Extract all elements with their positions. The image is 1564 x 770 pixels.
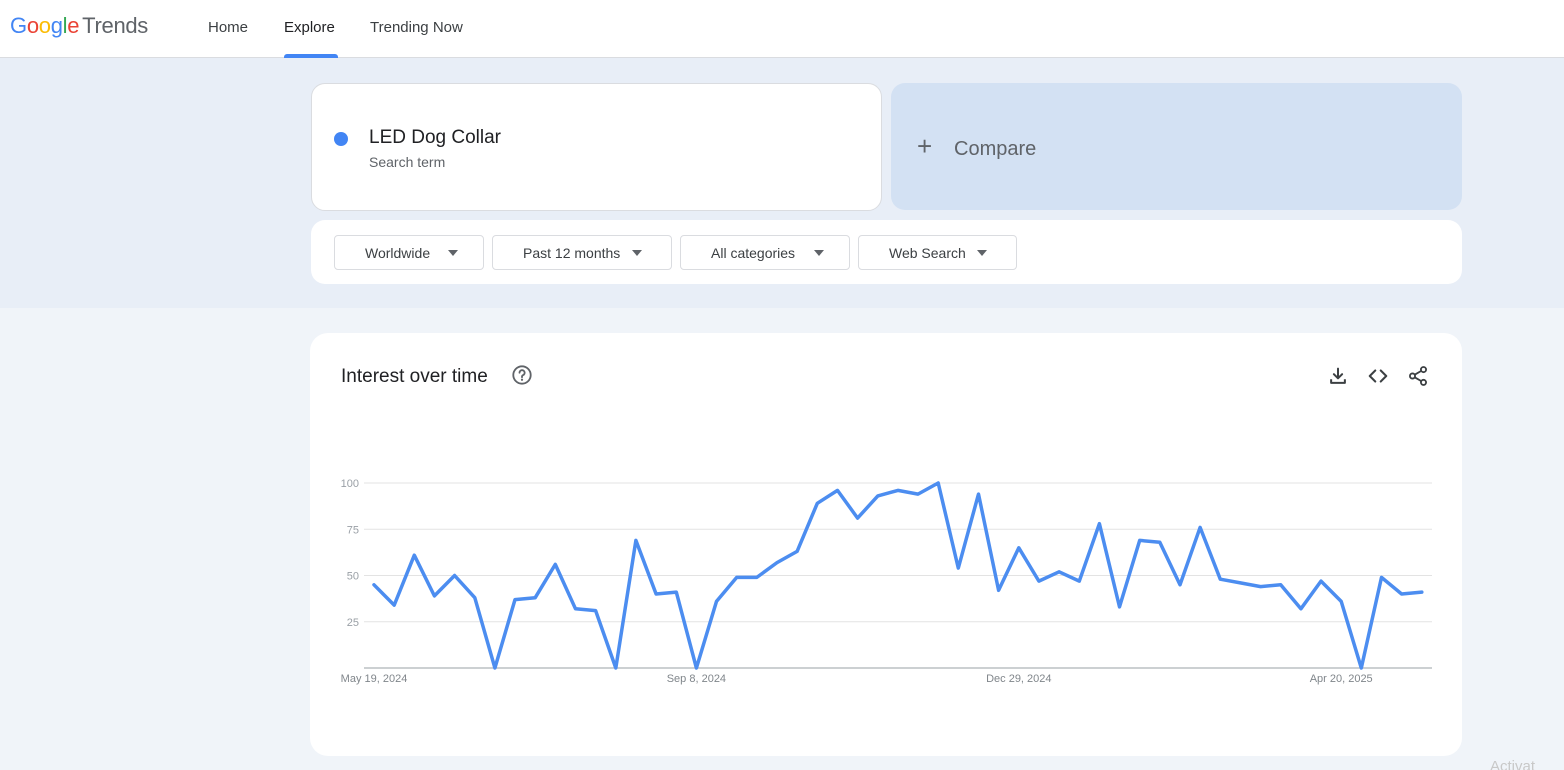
y-tick-label: 50 [347, 571, 359, 583]
y-tick-label: 25 [347, 617, 359, 629]
data-point [373, 584, 375, 586]
filter-time-range-dropdown[interactable]: Past 12 months [492, 235, 672, 270]
data-point [736, 576, 738, 578]
data-point [1058, 571, 1060, 573]
data-point [1380, 576, 1382, 578]
data-point [615, 667, 617, 669]
data-point [1118, 606, 1120, 608]
data-point [574, 608, 576, 610]
nav-trending-now[interactable]: Trending Now [370, 19, 463, 36]
data-point [594, 609, 596, 611]
interest-over-time-card: Interest over time 25 50 75 100 May 19, 2024… [310, 333, 1462, 756]
data-point [695, 667, 697, 669]
data-point [1340, 600, 1342, 602]
filter-time-range-label: Past 12 months [523, 245, 621, 261]
filter-bar: Worldwide Past 12 months All categories … [311, 220, 1462, 284]
data-point [393, 604, 395, 606]
chevron-down-icon [632, 250, 642, 256]
data-point [494, 667, 496, 669]
data-point [514, 598, 516, 600]
google-trends-logo[interactable]: Google Trends [10, 13, 148, 39]
data-point [836, 489, 838, 491]
data-point [474, 597, 476, 599]
compare-button[interactable]: + Compare [891, 83, 1462, 210]
data-point [433, 595, 435, 597]
data-point [1320, 580, 1322, 582]
search-term-card[interactable]: LED Dog Collar Search term [311, 83, 882, 211]
data-point [756, 576, 758, 578]
x-tick-label: Sep 8, 2024 [667, 673, 726, 685]
data-point [1280, 584, 1282, 586]
compare-label: Compare [954, 138, 1037, 160]
data-point [1159, 541, 1161, 543]
data-point [877, 495, 879, 497]
data-point [977, 493, 979, 495]
filter-category-label: All categories [711, 245, 796, 261]
data-point [1239, 582, 1241, 584]
series-color-dot [334, 132, 348, 146]
data-point [1179, 584, 1181, 586]
data-point [816, 502, 818, 504]
data-point [917, 493, 919, 495]
data-point [1300, 608, 1302, 610]
app-header: Google Trends Home Explore Trending Now [0, 0, 1564, 58]
data-point [897, 489, 899, 491]
data-point [776, 561, 778, 563]
nav-explore[interactable]: Explore [284, 19, 335, 36]
filter-search-type-label: Web Search [889, 245, 966, 261]
data-point [1018, 547, 1020, 549]
windows-activation-watermark: Activat [1490, 758, 1536, 770]
data-point [937, 482, 939, 484]
filter-region-label: Worldwide [365, 245, 431, 261]
data-point [675, 591, 677, 593]
y-tick-label: 100 [341, 478, 359, 490]
data-point [796, 550, 798, 552]
chevron-down-icon [977, 250, 987, 256]
data-point [554, 563, 556, 565]
search-term-name[interactable]: LED Dog Collar [369, 127, 501, 149]
data-point [1038, 580, 1040, 582]
interest-line-chart: 25 50 75 100 May 19, 2024 Sep 8, 2024 Dec 29, … [341, 478, 1432, 685]
nav-home[interactable]: Home [208, 19, 248, 36]
data-point [856, 517, 858, 519]
y-tick-label: 75 [347, 524, 359, 536]
data-point [655, 593, 657, 595]
filter-region-dropdown[interactable]: Worldwide [334, 235, 484, 270]
logo-trends-text: Trends [82, 13, 149, 38]
data-point [534, 597, 536, 599]
data-point [1219, 578, 1221, 580]
filter-category-dropdown[interactable]: All categories [680, 235, 850, 270]
x-tick-label: Apr 20, 2025 [1310, 673, 1373, 685]
data-point [453, 574, 455, 576]
chevron-down-icon [814, 250, 824, 256]
data-point [997, 589, 999, 591]
filter-search-type-dropdown[interactable]: Web Search [858, 235, 1017, 270]
data-point [1098, 523, 1100, 525]
data-point [1139, 539, 1141, 541]
data-point [1259, 585, 1261, 587]
data-point [1421, 591, 1423, 593]
data-point [1078, 580, 1080, 582]
data-point [1360, 667, 1362, 669]
search-term-subtitle: Search term [369, 154, 446, 170]
data-point [957, 567, 959, 569]
data-point [1199, 526, 1201, 528]
logo-google-wordmark: Google [10, 13, 80, 38]
data-point [715, 600, 717, 602]
data-point [635, 539, 637, 541]
chevron-down-icon [448, 250, 458, 256]
x-tick-label: May 19, 2024 [341, 673, 408, 685]
plus-icon: + [917, 131, 933, 161]
data-point [1400, 593, 1402, 595]
x-tick-label: Dec 29, 2024 [986, 673, 1051, 685]
data-point [413, 554, 415, 556]
